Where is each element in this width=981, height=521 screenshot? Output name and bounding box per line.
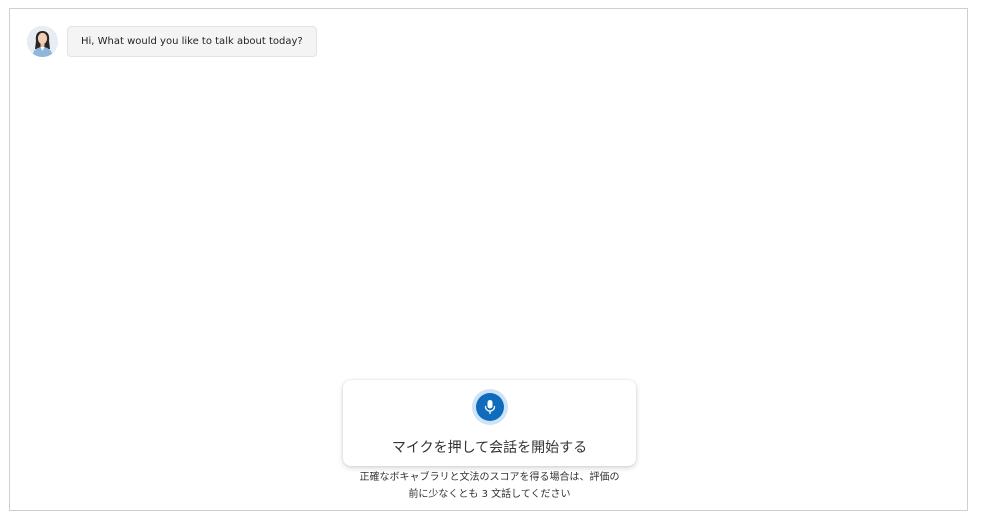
assessment-hint-line-2: 前に少なくとも 3 文話してください [408,489,571,500]
assistant-message-bubble: Hi, What would you like to talk about to… [67,26,317,57]
assessment-hint-line-1: 正確なボキャブラリと文法のスコアを得る場合は、評価の [359,472,620,483]
mic-button[interactable] [476,393,504,421]
start-conversation-label: マイクを押して会話を開始する [391,440,588,456]
avatar-portrait-icon [27,26,58,57]
assistant-message-text: Hi, What would you like to talk about to… [81,36,303,47]
mic-button-halo[interactable] [472,389,508,425]
conversation-panel: Hi, What would you like to talk about to… [9,8,968,511]
microphone-icon [484,400,496,415]
assistant-avatar [27,26,58,57]
assessment-hint: 正確なボキャブラリと文法のスコアを得る場合は、評価の 前に少なくとも 3 文話し… [335,469,644,503]
start-conversation-button[interactable]: マイクを押して会話を開始する [343,380,636,466]
